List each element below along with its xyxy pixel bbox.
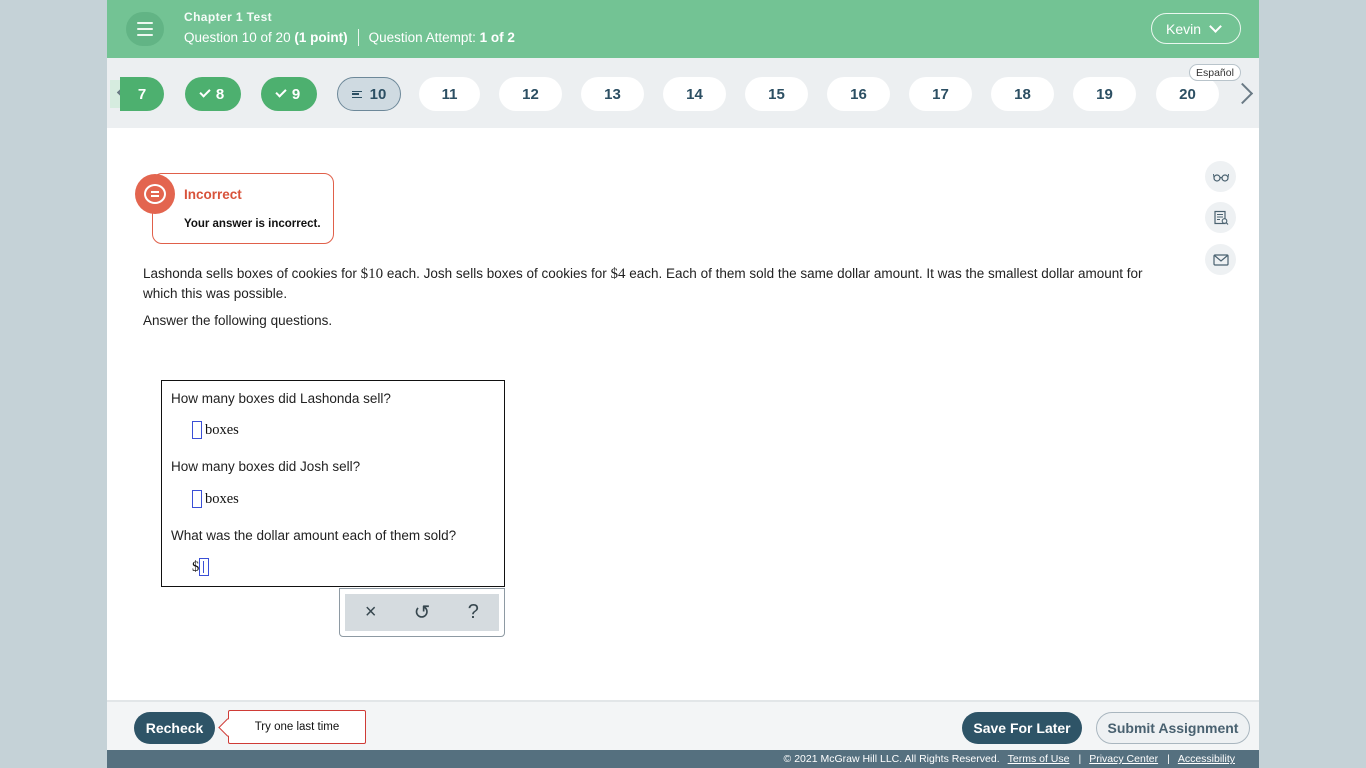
copyright: © 2021 McGraw Hill LLC. All Rights Reser… — [783, 753, 1000, 765]
terms-link[interactable]: Terms of Use — [1008, 753, 1070, 765]
question-button-7[interactable]: 7 — [120, 77, 164, 111]
math-toolbar-buttons: × ↺ ? — [345, 594, 499, 631]
question-number: 11 — [441, 85, 458, 103]
question-button-14[interactable]: 14 — [663, 77, 726, 111]
footer-bar: Recheck Try one last time Save For Later… — [107, 700, 1259, 750]
question-instruction: Answer the following questions. — [143, 313, 333, 328]
assignment-title: Chapter 1 Test — [184, 10, 273, 24]
dollar-sign: $ — [192, 558, 200, 575]
close-icon: × — [364, 601, 377, 623]
question-button-20[interactable]: 20 — [1156, 77, 1219, 111]
math-toolbar: × ↺ ? — [339, 588, 505, 637]
chevron-down-icon — [1209, 19, 1222, 33]
recheck-button[interactable]: Recheck — [134, 712, 215, 744]
question-points: (1 point) — [294, 30, 348, 45]
accessibility-link[interactable]: Accessibility — [1178, 753, 1235, 765]
question-text-part: each. Josh sells boxes of cookies for — [383, 266, 611, 281]
attempt-label: Question Attempt: — [368, 30, 476, 45]
question-number: 15 — [768, 85, 785, 103]
question-number: 14 — [686, 85, 703, 103]
question-number: 9 — [291, 85, 301, 103]
question-label: Question 10 of 20 — [184, 30, 291, 45]
question-number: 17 — [932, 85, 949, 103]
unit-label: boxes — [205, 421, 239, 438]
help-button[interactable]: ? — [453, 598, 493, 628]
price-lashonda: $10 — [360, 266, 384, 282]
price-josh: $4 — [610, 266, 626, 282]
divider: | — [1078, 753, 1082, 765]
question-button-13[interactable]: 13 — [581, 77, 644, 111]
question-button-16[interactable]: 16 — [827, 77, 890, 111]
menu-icon[interactable] — [126, 12, 164, 46]
user-name: Kevin — [1166, 20, 1202, 37]
unit-label: boxes — [205, 490, 239, 507]
user-menu-button[interactable]: Kevin — [1151, 13, 1241, 44]
nav-next-arrow-icon[interactable] — [1233, 80, 1253, 108]
lashonda-boxes-input[interactable] — [192, 421, 202, 439]
undo-icon: ↺ — [413, 602, 431, 624]
espanol-toggle[interactable]: Español — [1189, 64, 1241, 81]
mail-icon[interactable] — [1205, 244, 1236, 275]
question-info: Question 10 of 20 (1 point) Question Att… — [184, 29, 515, 46]
prompt-josh: How many boxes did Josh sell? — [171, 459, 361, 474]
divider: | — [1167, 753, 1170, 765]
feedback-icon — [135, 174, 175, 214]
question-button-19[interactable]: 19 — [1073, 77, 1136, 111]
answer-area: How many boxes did Lashonda sell? boxes … — [161, 380, 505, 587]
help-icon: ? — [467, 601, 479, 623]
ebook-search-icon[interactable] — [1205, 202, 1236, 233]
attempt-value: 1 of 2 — [479, 30, 515, 45]
question-number: 8 — [215, 85, 225, 103]
josh-boxes-input[interactable] — [192, 490, 202, 508]
answer-row-lashonda: boxes — [192, 421, 239, 439]
question-button-17[interactable]: 17 — [909, 77, 972, 111]
prompt-lashonda: How many boxes did Lashonda sell? — [171, 391, 391, 406]
dollar-amount-input[interactable] — [199, 558, 210, 576]
check-icon — [275, 86, 287, 98]
prompt-dollar-amount: What was the dollar amount each of them … — [171, 528, 457, 543]
feedback-message: Your answer is incorrect. — [184, 218, 321, 230]
privacy-link[interactable]: Privacy Center — [1089, 753, 1158, 765]
divider — [357, 29, 359, 46]
tooltip-try-again: Try one last time — [228, 710, 366, 744]
question-button-18[interactable]: 18 — [991, 77, 1054, 111]
question-number: 13 — [604, 85, 621, 103]
question-button-10[interactable]: 10 — [337, 77, 401, 111]
question-number: 7 — [137, 85, 147, 103]
question-number: 10 — [369, 85, 387, 103]
question-number: 16 — [850, 85, 867, 103]
question-button-11[interactable]: 11 — [419, 77, 480, 111]
list-icon — [351, 90, 362, 98]
answer-row-dollar: $ — [192, 558, 212, 576]
question-button-15[interactable]: 15 — [745, 77, 808, 111]
check-icon — [199, 86, 211, 98]
feedback-title: Incorrect — [184, 187, 242, 202]
question-number: 18 — [1014, 85, 1031, 103]
question-text-part: Lashonda sells boxes of cookies for — [143, 266, 361, 281]
question-number: 20 — [1179, 85, 1196, 103]
question-number: 19 — [1096, 85, 1113, 103]
legal-bar: © 2021 McGraw Hill LLC. All Rights Reser… — [107, 750, 1259, 768]
question-number: 12 — [522, 85, 539, 103]
question-button-8[interactable]: 8 — [185, 77, 241, 111]
clear-button[interactable]: × — [351, 598, 391, 628]
answer-row-josh: boxes — [192, 490, 239, 508]
undo-button[interactable]: ↺ — [402, 598, 442, 628]
submit-assignment-button[interactable]: Submit Assignment — [1096, 712, 1250, 744]
save-for-later-button[interactable]: Save For Later — [962, 712, 1082, 744]
app-window: Chapter 1 Test Question 10 of 20 (1 poin… — [107, 0, 1259, 768]
question-button-12[interactable]: 12 — [499, 77, 562, 111]
glasses-icon[interactable] — [1205, 161, 1236, 192]
feedback-card: Incorrect Your answer is incorrect. — [152, 173, 334, 244]
question-button-9[interactable]: 9 — [261, 77, 317, 111]
question-text: Lashonda sells boxes of cookies for $10 … — [143, 264, 1153, 304]
question-navigator: 7 8 9 10 11 12 13 14 15 16 17 18 19 20 E… — [107, 58, 1259, 128]
header-bar: Chapter 1 Test Question 10 of 20 (1 poin… — [107, 0, 1259, 58]
